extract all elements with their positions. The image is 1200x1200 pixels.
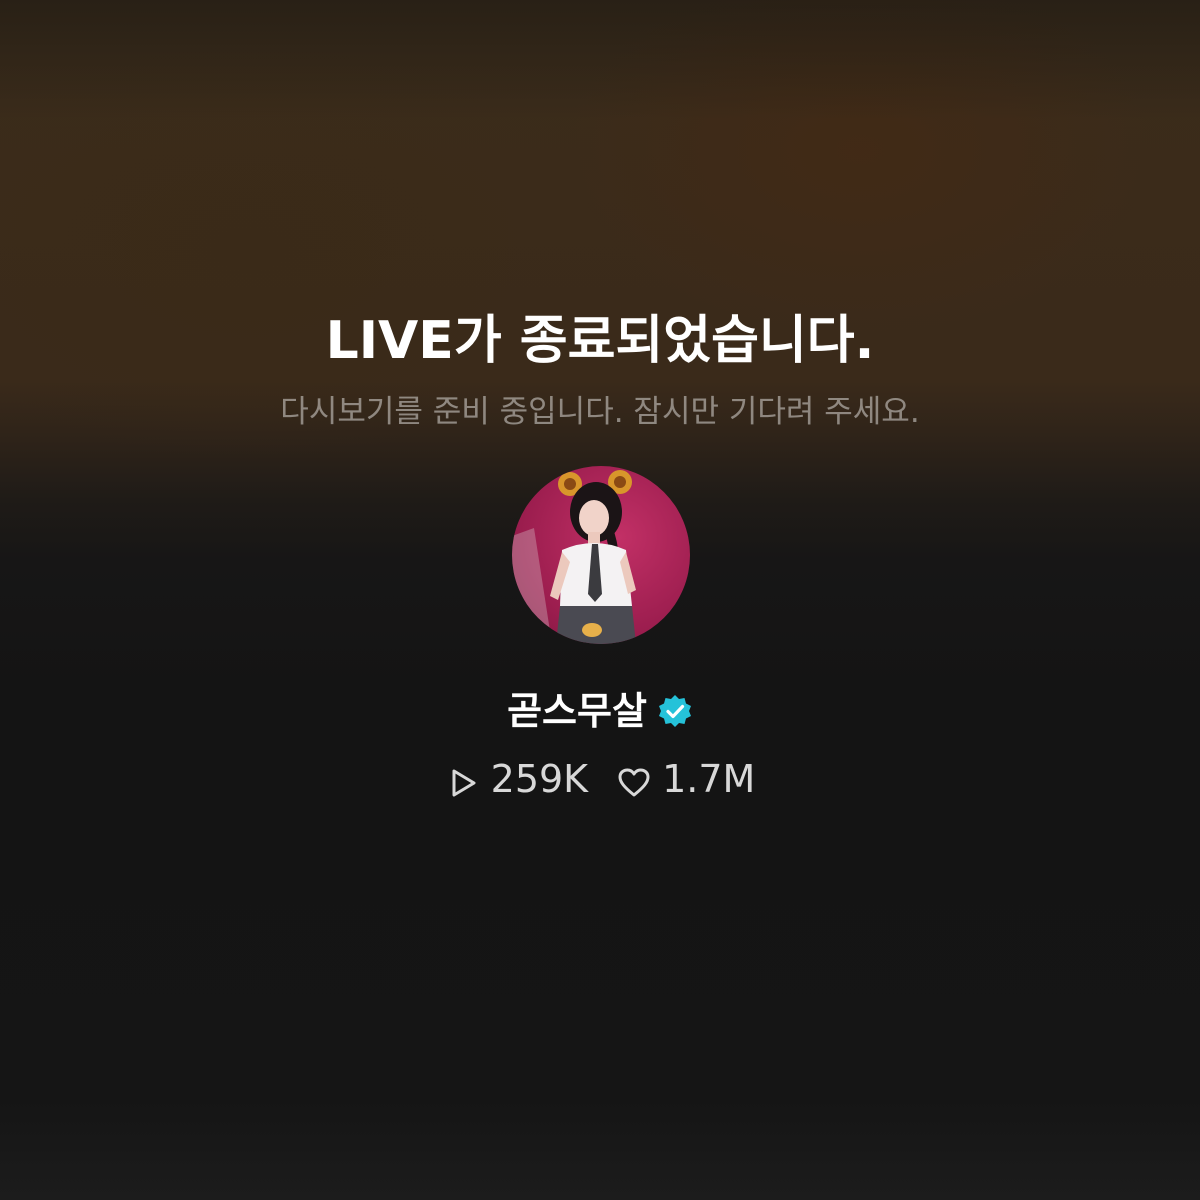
views-count: 259K	[490, 757, 589, 801]
avatar-photo	[512, 470, 636, 644]
creator-name-row[interactable]: 곧스무살	[0, 684, 1200, 738]
creator-name[interactable]: 곧스무살	[507, 684, 647, 738]
creator-avatar[interactable]	[512, 466, 690, 644]
likes-count: 1.7M	[662, 757, 756, 801]
verified-badge-icon	[657, 693, 693, 729]
views-stat: 259K	[445, 752, 588, 806]
live-ended-title: LIVE가 종료되었습니다.	[325, 311, 875, 371]
heart-icon	[616, 761, 652, 797]
replay-preparing-message: 다시보기를 준비 중입니다. 잠시만 기다려 주세요.	[280, 394, 920, 430]
creator-stats: 259K 1.7M	[0, 752, 1200, 806]
play-icon	[445, 761, 481, 797]
likes-stat: 1.7M	[616, 752, 755, 806]
background-fade	[0, 0, 1200, 120]
